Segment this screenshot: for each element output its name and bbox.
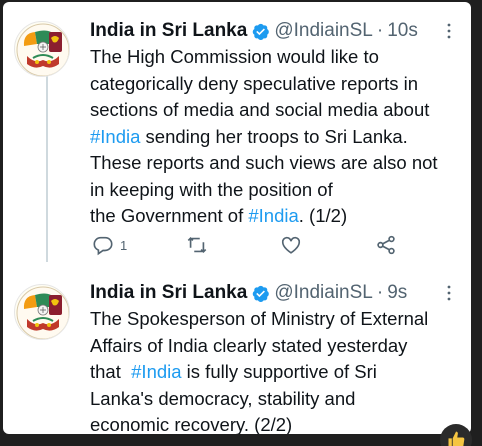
hashtag-link[interactable]: #India: [90, 126, 140, 147]
separator-dot: ·: [376, 282, 384, 303]
text-line: Affairs of India clearly stated yesterda…: [90, 334, 408, 356]
text-line: that #India is fully supportive of Sri: [90, 359, 462, 386]
author-handle[interactable]: @IndiainSL: [274, 20, 373, 42]
tweet-text: The High Commission would like to catego…: [90, 44, 462, 230]
text-line: categorically deny speculative reports i…: [90, 72, 419, 94]
emblem-logo: [16, 286, 69, 339]
text-segment: that: [90, 361, 132, 382]
retweet-button[interactable]: [186, 233, 208, 257]
avatar[interactable]: [14, 21, 70, 77]
emblem-logo: [16, 23, 69, 76]
separator-dot: ·: [376, 20, 384, 41]
avatar[interactable]: [14, 284, 70, 340]
tweet-text: The Spokesperson of Ministry of External…: [90, 306, 462, 434]
tweet[interactable]: India in Sri Lanka @IndiainSL · 9s The S…: [3, 267, 471, 434]
text-segment: is fully supportive of Sri: [181, 361, 377, 382]
text-line: Lanka's democracy, stability and: [90, 387, 356, 409]
retweet-icon: [186, 234, 208, 256]
like-button[interactable]: [280, 233, 302, 257]
tweet-header: India in Sri Lanka @IndiainSL · 10s: [90, 18, 418, 44]
text-line: economic recovery. (2/2): [90, 414, 293, 434]
text-segment: the Government of: [90, 205, 249, 226]
reply-button[interactable]: 1: [92, 233, 127, 257]
reply-icon: [92, 234, 114, 256]
verified-icon: [251, 22, 270, 41]
text-segment: sending her troops to Sri Lanka.: [140, 125, 408, 147]
tweet-thread: India in Sri Lanka @IndiainSL · 10s The …: [3, 2, 471, 434]
share-button[interactable]: [375, 233, 397, 257]
thread-connector: [46, 76, 48, 262]
more-icon[interactable]: [441, 22, 457, 40]
timestamp[interactable]: 10s: [387, 20, 418, 42]
hashtag-link[interactable]: #India: [248, 205, 298, 226]
text-line: These reports and such views are also no…: [90, 152, 438, 173]
author-name[interactable]: India in Sri Lanka: [90, 282, 247, 304]
text-line: in keeping with the position of: [90, 178, 333, 200]
verified-icon: [251, 284, 270, 303]
like-icon: [280, 234, 302, 256]
hashtag-link[interactable]: #India: [131, 361, 181, 382]
author-name[interactable]: India in Sri Lanka: [90, 20, 247, 42]
tweet-header: India in Sri Lanka @IndiainSL · 9s: [90, 280, 407, 306]
text-line: The High Commission would like to: [90, 46, 379, 67]
text-line: #India sending her troops to Sri Lanka.: [90, 124, 462, 151]
text-segment: . (1/2): [298, 205, 348, 226]
reply-count: 1: [120, 237, 128, 253]
author-handle[interactable]: @IndiainSL: [274, 282, 373, 304]
text-line: the Government of #India. (1/2): [90, 203, 462, 230]
share-icon: [375, 234, 397, 256]
text-line: sections of media and social media about: [90, 99, 430, 120]
text-line: The Spokesperson of Ministry of External: [90, 308, 429, 329]
tweet-actions: 1: [90, 233, 410, 257]
tweet[interactable]: India in Sri Lanka @IndiainSL · 10s The …: [3, 2, 471, 267]
more-icon[interactable]: [441, 284, 457, 302]
timestamp[interactable]: 9s: [387, 282, 407, 304]
